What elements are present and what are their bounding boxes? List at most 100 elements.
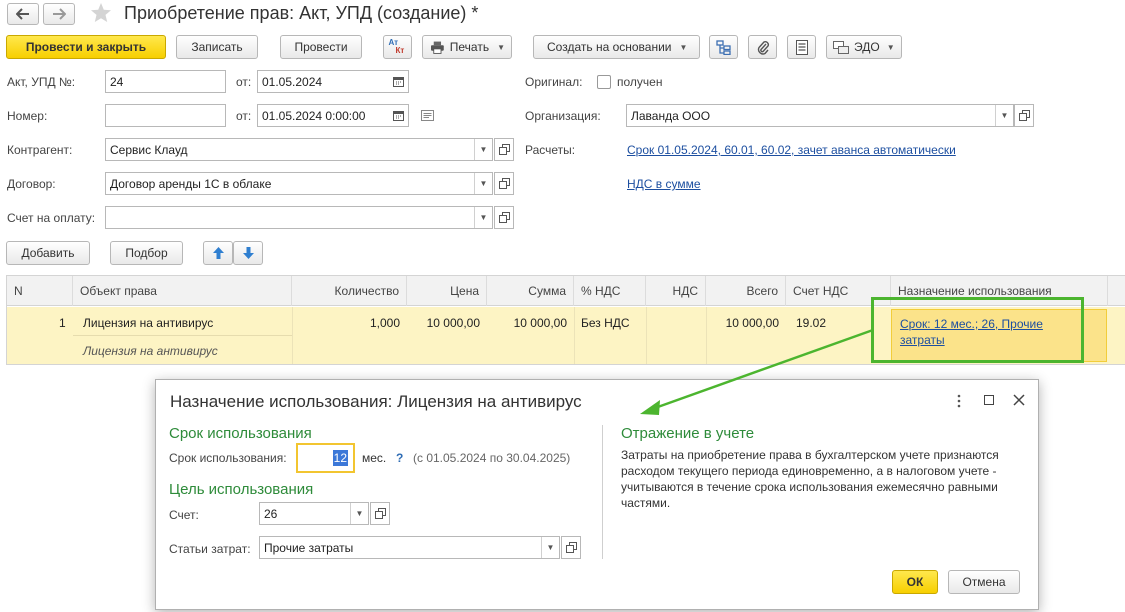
purpose-dialog: Назначение использования: Лицензия на ан… xyxy=(155,379,1039,610)
invoice-field[interactable]: ▼ xyxy=(105,206,493,229)
col-n[interactable]: N xyxy=(7,276,73,306)
row-vat-account[interactable]: 19.02 xyxy=(796,316,826,330)
col-quantity[interactable]: Количество xyxy=(292,276,407,306)
close-icon[interactable] xyxy=(1013,394,1025,409)
report-button[interactable] xyxy=(787,35,816,59)
organization-label: Организация: xyxy=(525,109,601,123)
vat-in-sum-link[interactable]: НДС в сумме xyxy=(627,177,701,191)
term-input[interactable]: 12 xyxy=(296,443,355,473)
row-vat-rate[interactable]: Без НДС xyxy=(581,316,630,330)
more-options-icon[interactable] xyxy=(956,394,962,408)
counterparty-field[interactable]: Сервис Клауд ▼ xyxy=(105,138,493,161)
term-unit: мес. xyxy=(362,451,387,465)
post-and-close-button[interactable]: Провести и закрыть xyxy=(6,35,166,59)
dropdown-arrow-icon[interactable]: ▼ xyxy=(474,207,492,228)
print-button[interactable]: Печать ▼ xyxy=(422,35,512,59)
col-total[interactable]: Всего xyxy=(706,276,786,306)
col-vat-rate[interactable]: % НДС xyxy=(574,276,646,306)
window-title: Приобретение прав: Акт, УПД (создание) * xyxy=(124,3,479,23)
contract-open-button[interactable] xyxy=(494,172,514,195)
invoice-label: Счет на оплату: xyxy=(7,211,96,225)
arrow-right-icon xyxy=(53,8,66,20)
dropdown-arrow-icon[interactable]: ▼ xyxy=(541,537,559,558)
dropdown-arrow-icon[interactable]: ▼ xyxy=(474,139,492,160)
comment-icon[interactable] xyxy=(421,110,434,124)
term-period: (с 01.05.2024 по 30.04.2025) xyxy=(413,451,571,465)
row-quantity[interactable]: 1,000 xyxy=(370,316,400,330)
favorite-star-icon[interactable] xyxy=(90,2,112,24)
original-received-checkbox[interactable] xyxy=(597,75,611,89)
open-window-icon xyxy=(498,178,510,189)
counterparty-open-button[interactable] xyxy=(494,138,514,161)
doc-number-field[interactable]: 24 xyxy=(105,70,226,93)
edo-button[interactable]: ЭДО ▼ xyxy=(826,35,902,59)
dropdown-arrow-icon: ▼ xyxy=(497,42,505,52)
dropdown-arrow-icon[interactable]: ▼ xyxy=(995,105,1013,126)
arrow-down-icon xyxy=(242,247,254,259)
forward-button[interactable] xyxy=(43,3,75,25)
number-date-field[interactable]: 01.05.2024 0:00:00 xyxy=(257,104,409,127)
add-row-button[interactable]: Добавить xyxy=(6,241,90,265)
highlight-box xyxy=(871,297,1084,363)
account-field[interactable]: 26 ▼ xyxy=(259,502,369,525)
dropdown-arrow-icon[interactable]: ▼ xyxy=(474,173,492,194)
cost-item-field[interactable]: Прочие затраты ▼ xyxy=(259,536,560,559)
row-object-sub: Лицензия на антивирус xyxy=(83,344,218,358)
contract-label: Договор: xyxy=(7,177,56,191)
organization-field[interactable]: Лаванда ООО ▼ xyxy=(626,104,1014,127)
row-total[interactable]: 10 000,00 xyxy=(726,316,779,330)
dt-kt-button[interactable]: Ат Кт xyxy=(383,35,412,59)
col-object[interactable]: Объект права xyxy=(73,276,292,306)
vertical-divider xyxy=(602,425,603,559)
pick-button[interactable]: Подбор xyxy=(110,241,183,265)
move-up-button[interactable] xyxy=(203,241,233,265)
row-divider xyxy=(73,335,292,336)
calendar-icon[interactable] xyxy=(388,71,408,92)
cost-item-open-button[interactable] xyxy=(561,536,581,559)
open-window-icon xyxy=(565,542,577,553)
section-goal-title: Цель использования xyxy=(169,481,314,498)
number-field[interactable] xyxy=(105,104,226,127)
ok-button[interactable]: ОК xyxy=(892,570,938,594)
term-help-link[interactable]: ? xyxy=(396,451,403,465)
number-date-label: от: xyxy=(236,109,252,123)
dialog-title: Назначение использования: Лицензия на ан… xyxy=(170,392,582,411)
printer-icon xyxy=(431,41,444,54)
doc-number-label: Акт, УПД №: xyxy=(7,75,76,89)
attach-button[interactable] xyxy=(748,35,777,59)
row-object[interactable]: Лицензия на антивирус xyxy=(83,316,213,330)
post-button[interactable]: Провести xyxy=(280,35,362,59)
structure-button[interactable] xyxy=(709,35,738,59)
col-vat[interactable]: НДС xyxy=(646,276,706,306)
doc-date-field[interactable]: 01.05.2024 xyxy=(257,70,409,93)
contract-field[interactable]: Договор аренды 1С в облаке ▼ xyxy=(105,172,493,195)
col-price[interactable]: Цена xyxy=(407,276,487,306)
term-label: Срок использования: xyxy=(169,451,287,465)
row-price[interactable]: 10 000,00 xyxy=(427,316,480,330)
dt-kt-icon: Ат Кт xyxy=(388,38,405,55)
number-label: Номер: xyxy=(7,109,48,123)
calculations-link[interactable]: Срок 01.05.2024, 60.01, 60.02, зачет ава… xyxy=(627,143,956,157)
counterparty-label: Контрагент: xyxy=(7,143,73,157)
open-window-icon xyxy=(498,212,510,223)
move-down-button[interactable] xyxy=(233,241,263,265)
col-sum[interactable]: Сумма xyxy=(487,276,574,306)
cost-item-label: Статьи затрат: xyxy=(169,542,251,556)
original-label: Оригинал: xyxy=(525,75,583,89)
paperclip-icon xyxy=(757,40,769,55)
organization-open-button[interactable] xyxy=(1014,104,1034,127)
back-button[interactable] xyxy=(7,3,39,25)
dropdown-arrow-icon[interactable]: ▼ xyxy=(350,503,368,524)
cancel-button[interactable]: Отмена xyxy=(948,570,1020,594)
doc-date-label: от: xyxy=(236,75,252,89)
save-button[interactable]: Записать xyxy=(176,35,258,59)
calendar-icon[interactable] xyxy=(388,105,408,126)
calculations-label: Расчеты: xyxy=(525,143,576,157)
account-open-button[interactable] xyxy=(370,502,390,525)
invoice-open-button[interactable] xyxy=(494,206,514,229)
create-based-on-button[interactable]: Создать на основании ▼ xyxy=(533,35,700,59)
row-sum[interactable]: 10 000,00 xyxy=(514,316,567,330)
reflect-text: Затраты на приобретение права в бухгалте… xyxy=(621,448,999,510)
maximize-icon[interactable] xyxy=(984,395,994,405)
row-n: 1 xyxy=(59,316,66,330)
